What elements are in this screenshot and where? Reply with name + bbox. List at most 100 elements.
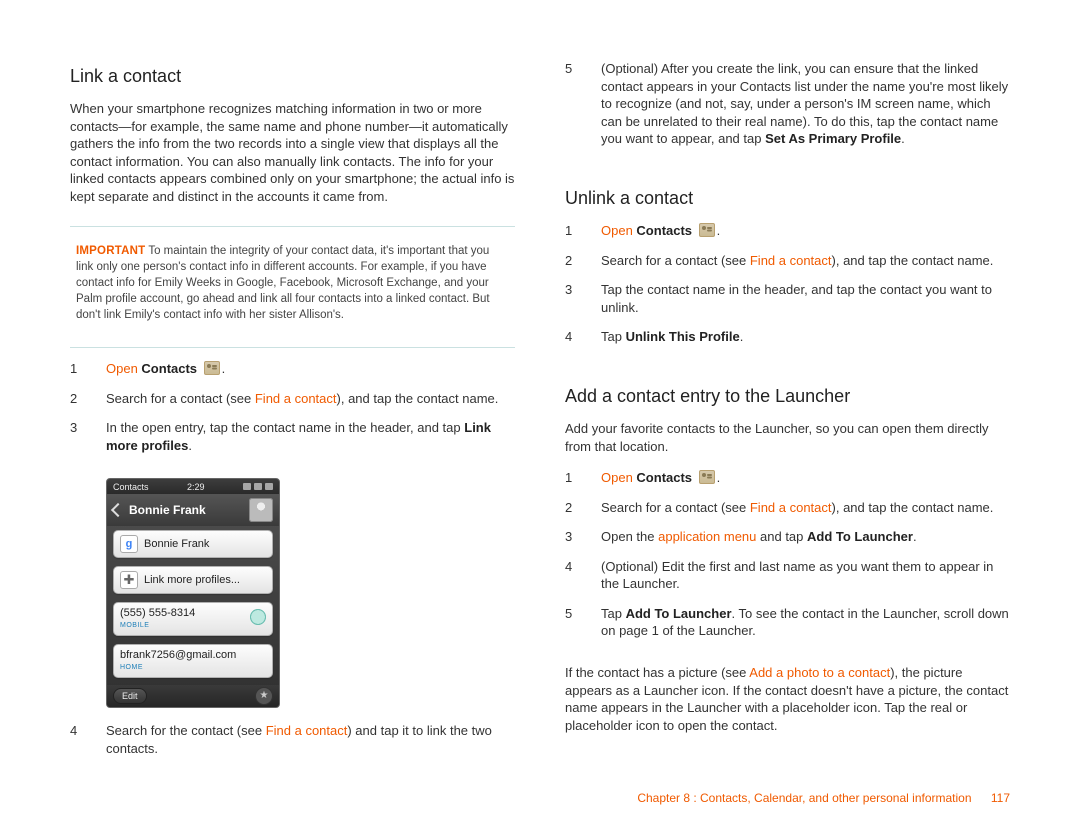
linked-profile-row[interactable]: g Bonnie Frank [113,530,273,558]
text: Search for a contact (see [601,500,750,515]
add-to-launcher-label: Add To Launcher [807,529,913,544]
page: Link a contact When your smartphone reco… [0,0,1080,834]
heading-unlink-a-contact: Unlink a contact [565,186,1010,210]
email-field[interactable]: bfrank7256@gmail.com HOME [113,644,273,678]
text: ), and tap the contact name. [832,253,994,268]
signal-icon [243,483,251,490]
chapter-label: Chapter 8 : Contacts, Calendar, and othe… [637,791,971,805]
important-note: IMPORTANT To maintain the integrity of y… [70,239,515,331]
add-to-launcher-steps: Open Contacts . Search for a contact (se… [565,469,1010,652]
contacts-link[interactable]: Contacts [636,223,692,238]
period: . [222,361,226,376]
text: ), and tap the contact name. [832,500,994,515]
avatar-icon[interactable] [249,498,273,522]
back-icon[interactable] [111,503,125,517]
page-footer: Chapter 8 : Contacts, Calendar, and othe… [0,790,1080,806]
email-tag: HOME [120,663,143,672]
heading-add-contact-to-launcher: Add a contact entry to the Launcher [565,384,1010,408]
period: . [717,223,721,238]
link-icon: ✚ [120,571,138,589]
favorite-button[interactable]: ★ [255,687,273,705]
step-2: Search for a contact (see Find a contact… [565,252,1010,270]
two-column-layout: Link a contact When your smartphone reco… [70,60,1010,804]
step-5: (Optional) After you create the link, yo… [565,60,1010,148]
contact-header: Bonnie Frank [107,494,279,526]
find-a-contact-link[interactable]: Find a contact [750,253,832,268]
contacts-link[interactable]: Contacts [141,361,197,376]
find-a-contact-link[interactable]: Find a contact [255,391,337,406]
contacts-app-icon [699,470,715,484]
find-a-contact-link[interactable]: Find a contact [266,723,348,738]
text: Search for the contact (see [106,723,266,738]
period: . [717,470,721,485]
text: . [188,438,192,453]
left-column: Link a contact When your smartphone reco… [70,60,515,804]
step-2: Search for a contact (see Find a contact… [565,499,1010,517]
text: Tap [601,329,626,344]
phone-tag: MOBILE [120,621,149,630]
application-menu-link[interactable]: application menu [658,529,756,544]
set-primary-profile-label: Set As Primary Profile [765,131,901,146]
step-3: In the open entry, tap the contact name … [70,419,515,454]
step-1: Open Contacts . [565,469,1010,487]
add-to-launcher-label: Add To Launcher [626,606,732,621]
add-photo-link[interactable]: Add a photo to a contact [749,665,890,680]
email-value: bfrank7256@gmail.com [120,650,236,661]
edit-bar: Edit ★ [107,685,279,707]
google-icon: g [120,535,138,553]
text: Search for a contact (see [106,391,255,406]
add-to-launcher-closing: If the contact has a picture (see Add a … [565,664,1010,734]
text: . [901,131,905,146]
status-bar: Contacts 2:29 [107,479,279,494]
text: . [740,329,744,344]
text: Search for a contact (see [601,253,750,268]
important-label: IMPORTANT [76,245,145,257]
text: Tap [601,606,626,621]
unlink-this-profile-label: Unlink This Profile [626,329,740,344]
step-1: Open Contacts . [70,360,515,378]
text: and tap [756,529,807,544]
status-app-name: Contacts [113,481,149,493]
link-more-profiles-row[interactable]: ✚ Link more profiles... [113,566,273,594]
phone-field[interactable]: (555) 555-8314 MOBILE [113,602,273,636]
step-2: Search for a contact (see Find a contact… [70,390,515,408]
heading-link-a-contact: Link a contact [70,64,515,88]
step-4: (Optional) Edit the first and last name … [565,558,1010,593]
text: If the contact has a picture (see [565,665,749,680]
link-contact-intro: When your smartphone recognizes matching… [70,100,515,205]
linked-profile-name: Bonnie Frank [144,537,209,552]
text: In the open entry, tap the contact name … [106,420,464,435]
contacts-app-icon [204,361,220,375]
open-link[interactable]: Open [601,470,636,485]
open-link[interactable]: Open [601,223,636,238]
battery-icon [265,483,273,490]
step-1: Open Contacts . [565,222,1010,240]
step-4: Search for the contact (see Find a conta… [70,722,515,757]
status-time: 2:29 [187,481,205,493]
text: ), and tap the contact name. [337,391,499,406]
text: . [913,529,917,544]
wifi-icon [254,483,262,490]
phone-value: (555) 555-8314 [120,608,195,619]
step-5: Tap Add To Launcher. To see the contact … [565,605,1010,640]
phone-screenshot: Contacts 2:29 Bonnie Frank g Bonnie Fran… [106,478,280,708]
link-contact-steps: Open Contacts . Search for a contact (se… [70,360,515,466]
contacts-link[interactable]: Contacts [636,470,692,485]
link-contact-steps-right: (Optional) After you create the link, yo… [565,60,1010,160]
contact-header-name[interactable]: Bonnie Frank [129,502,243,518]
status-icons [243,483,273,490]
edit-button[interactable]: Edit [113,688,147,704]
text: Open the [601,529,658,544]
find-a-contact-link[interactable]: Find a contact [750,500,832,515]
open-link[interactable]: Open [106,361,141,376]
divider [70,226,515,227]
right-column: (Optional) After you create the link, yo… [565,60,1010,804]
step-4: Tap Unlink This Profile. [565,328,1010,346]
link-more-profiles-text: Link more profiles... [144,573,240,588]
step-3: Open the application menu and tap Add To… [565,528,1010,546]
page-number: 117 [991,791,1010,805]
divider [70,347,515,348]
unlink-contact-steps: Open Contacts . Search for a contact (se… [565,222,1010,358]
link-contact-steps-cont: Search for the contact (see Find a conta… [70,722,515,769]
step-3: Tap the contact name in the header, and … [565,281,1010,316]
